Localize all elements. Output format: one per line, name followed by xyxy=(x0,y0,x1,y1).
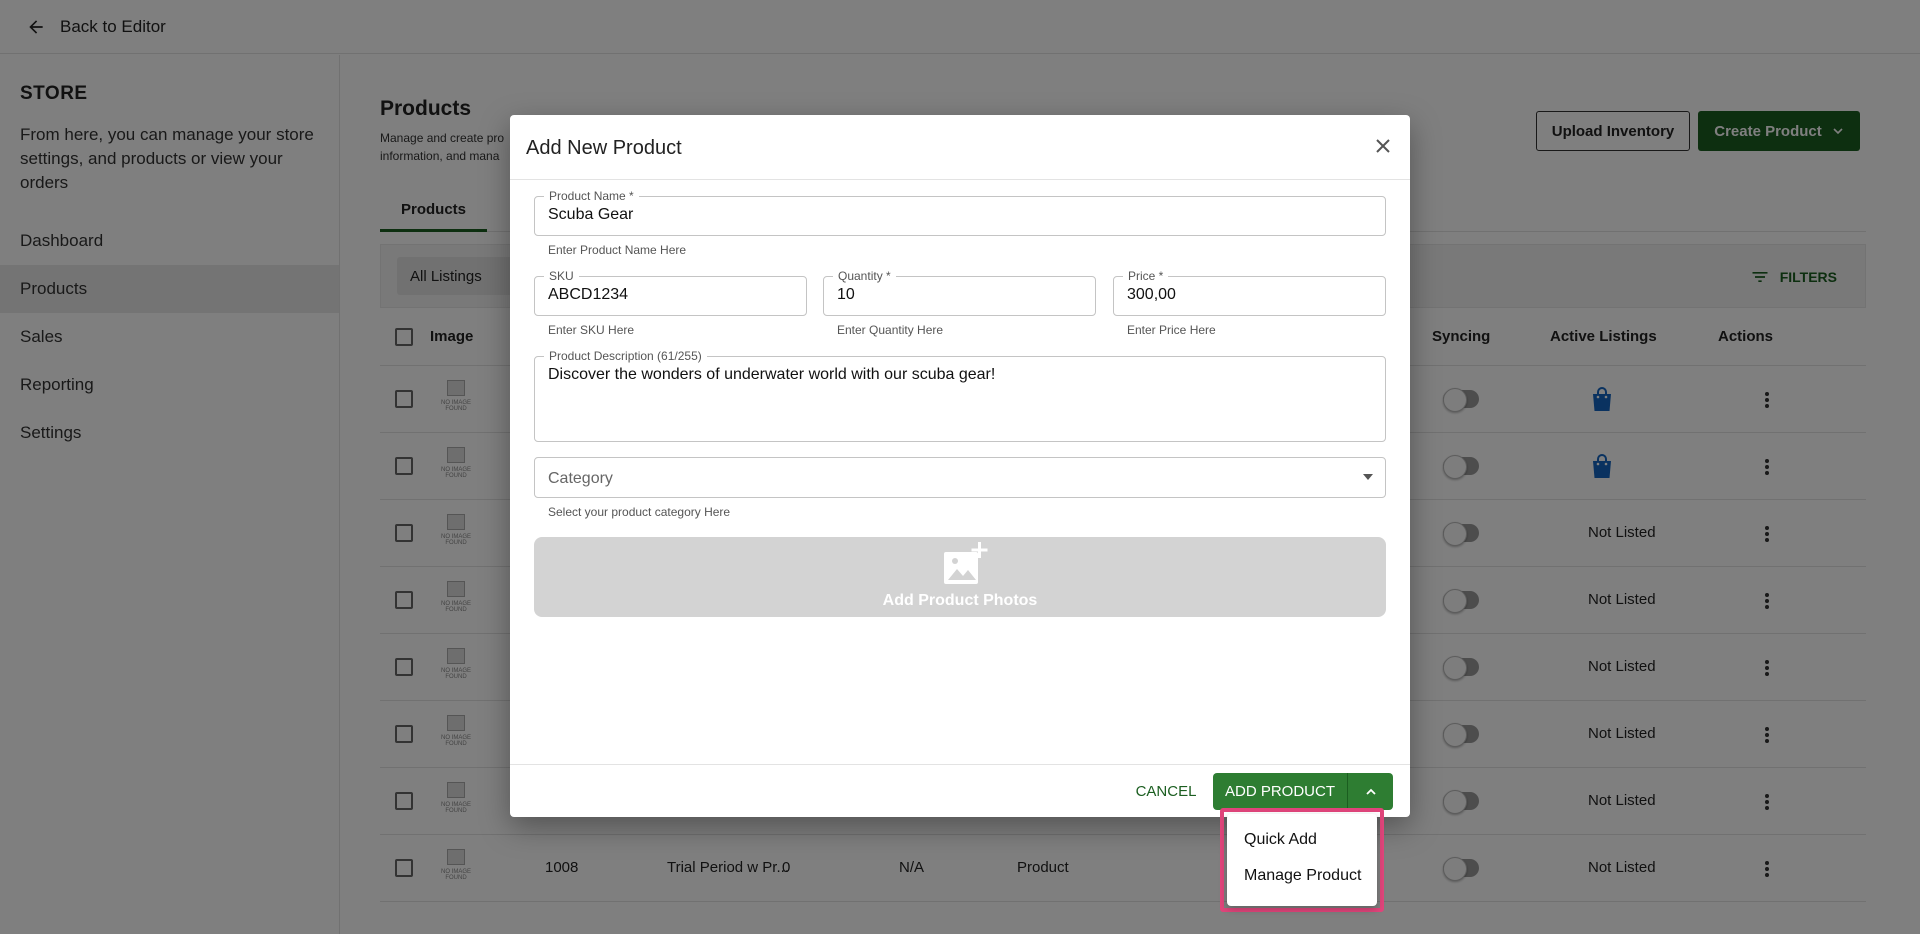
category-select[interactable]: Category xyxy=(534,457,1386,498)
product-name-value: Scuba Gear xyxy=(548,206,634,223)
price-helper: Enter Price Here xyxy=(1127,323,1216,337)
category-placeholder: Category xyxy=(548,470,613,487)
dialog-footer-divider xyxy=(510,764,1410,765)
add-product-button[interactable]: ADD PRODUCT xyxy=(1213,773,1348,810)
product-name-helper: Enter Product Name Here xyxy=(548,243,687,257)
quantity-value: 10 xyxy=(837,286,855,303)
cancel-button[interactable]: CANCEL xyxy=(1129,774,1203,808)
product-name-field[interactable]: Product Name * Scuba Gear xyxy=(534,189,1386,236)
product-description-label: Product Description (61/255) xyxy=(544,349,707,363)
chevron-up-icon xyxy=(1365,788,1376,795)
quantity-label: Quantity * xyxy=(833,269,896,283)
add-product-menu-toggle[interactable] xyxy=(1348,773,1393,810)
dialog-title: Add New Product xyxy=(526,137,682,159)
add-product-options-menu: Quick Add Manage Product xyxy=(1227,814,1377,906)
add-product-photos-label: Add Product Photos xyxy=(882,592,1038,609)
add-product-split-button: ADD PRODUCT xyxy=(1213,773,1393,810)
product-description-field[interactable]: Product Description (61/255) Discover th… xyxy=(534,349,1386,442)
sku-field[interactable]: SKU ABCD1234 xyxy=(534,269,807,316)
quantity-field[interactable]: Quantity * 10 xyxy=(823,269,1096,316)
caret-down-icon xyxy=(1363,474,1373,480)
price-label: Price * xyxy=(1123,269,1169,283)
menu-item-manage-product[interactable]: Manage Product xyxy=(1227,858,1377,894)
add-product-photos-dropzone[interactable]: Add Product Photos xyxy=(534,537,1386,617)
sku-value: ABCD1234 xyxy=(548,286,629,303)
add-product-dialog: Add New Product Product Name * Scuba Gea… xyxy=(510,115,1410,817)
category-helper: Select your product category Here xyxy=(548,505,731,519)
price-value: 300,00 xyxy=(1127,286,1176,303)
product-description-value: Discover the wonders of underwater world… xyxy=(548,366,996,383)
price-field[interactable]: Price * 300,00 xyxy=(1113,269,1386,316)
product-name-label: Product Name * xyxy=(544,189,639,203)
close-icon[interactable] xyxy=(1371,134,1395,158)
sku-helper: Enter SKU Here xyxy=(548,323,635,337)
sku-label: SKU xyxy=(544,269,579,283)
menu-item-quick-add[interactable]: Quick Add xyxy=(1227,822,1377,858)
add-photo-icon xyxy=(944,542,988,584)
quantity-helper: Enter Quantity Here xyxy=(837,323,944,337)
dialog-header-divider xyxy=(510,179,1410,180)
